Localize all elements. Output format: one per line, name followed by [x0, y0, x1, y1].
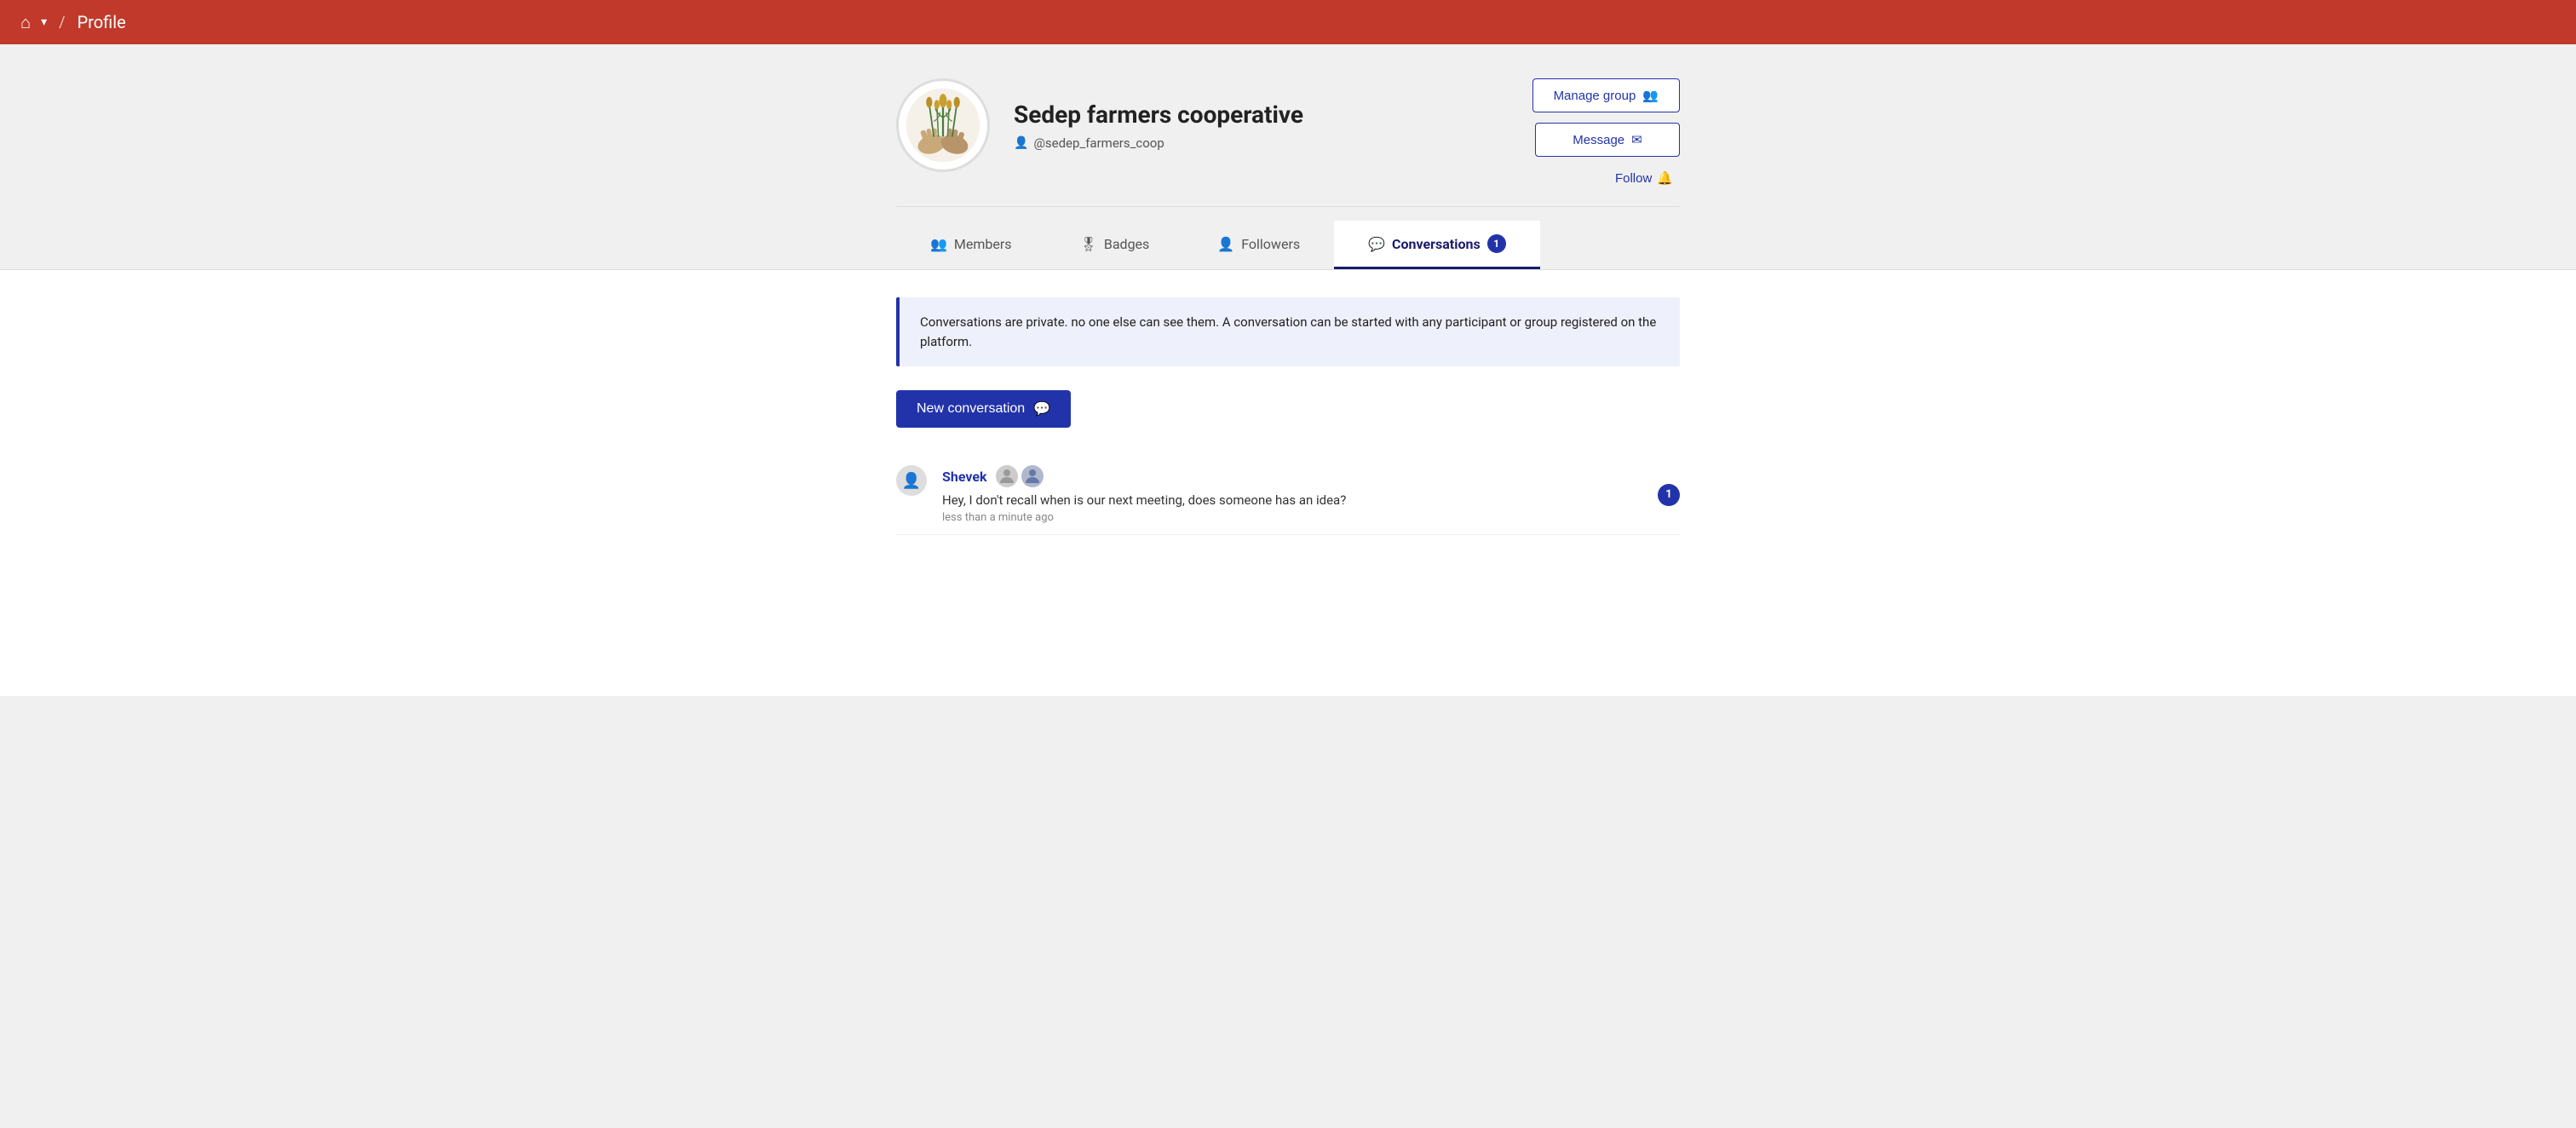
profile-actions: Manage group 👥 Message ✉ Follow 🔔: [1532, 78, 1680, 189]
tab-badges[interactable]: 🎖 Badges: [1046, 221, 1184, 269]
conversation-body: Shevek: [942, 465, 1642, 524]
new-conversation-label: New conversation: [917, 401, 1025, 417]
person-icon: 👤: [902, 472, 921, 490]
tab-conversations-label: Conversations: [1392, 236, 1481, 252]
message-label: Message: [1573, 133, 1624, 147]
new-conversation-icon: 💬: [1033, 400, 1050, 417]
follow-button[interactable]: Follow 🔔: [1608, 167, 1680, 189]
breadcrumb-separator: /: [59, 14, 65, 32]
members-icon: 👥: [930, 236, 947, 252]
tab-followers-label: Followers: [1241, 236, 1300, 252]
tab-badges-label: Badges: [1104, 236, 1149, 252]
main-content: Conversations are private. no one else c…: [0, 270, 2576, 696]
handle-icon: 👤: [1014, 136, 1028, 150]
tab-members[interactable]: 👥 Members: [896, 221, 1046, 269]
handle-text: @sedep_farmers_coop: [1033, 135, 1164, 151]
conversation-author: Shevek: [942, 469, 987, 485]
mini-avatar-1: [996, 465, 1018, 487]
followers-icon: 👤: [1217, 236, 1234, 252]
mini-avatar-2: [1021, 465, 1044, 487]
message-button[interactable]: Message ✉: [1535, 123, 1680, 157]
message-icon: ✉: [1631, 132, 1642, 147]
table-row[interactable]: 👤 Shevek: [896, 455, 1680, 535]
profile-name: Sedep farmers cooperative: [1014, 101, 1303, 129]
tab-conversations[interactable]: 💬 Conversations 1: [1334, 221, 1540, 269]
avatar: 👤: [896, 465, 927, 496]
chevron-down-icon[interactable]: ▾: [41, 15, 47, 29]
conversation-message: Hey, I don't recall when is our next mee…: [942, 492, 1642, 508]
follow-label: Follow: [1615, 171, 1652, 186]
badges-icon: 🎖: [1080, 236, 1097, 252]
info-box: Conversations are private. no one else c…: [896, 297, 1680, 366]
new-conversation-button[interactable]: New conversation 💬: [896, 390, 1071, 428]
tab-followers[interactable]: 👤 Followers: [1183, 221, 1334, 269]
conversation-header: Shevek: [942, 465, 1642, 487]
home-icon[interactable]: ⌂: [20, 12, 31, 33]
profile-info: Sedep farmers cooperative 👤 @sedep_farme…: [1014, 101, 1303, 151]
topbar: ⌂ ▾ / Profile: [0, 0, 2576, 44]
conversation-list: 👤 Shevek: [896, 455, 1680, 535]
page-title: Profile: [78, 12, 126, 32]
manage-group-label: Manage group: [1554, 89, 1636, 103]
profile-left: Sedep farmers cooperative 👤 @sedep_farme…: [896, 78, 1303, 172]
conversation-time: less than a minute ago: [942, 511, 1642, 524]
tab-members-label: Members: [954, 236, 1012, 252]
avatar: [896, 78, 990, 172]
profile-section: Sedep farmers cooperative 👤 @sedep_farme…: [0, 44, 2576, 207]
author-avatars: [996, 465, 1044, 487]
manage-group-icon: 👥: [1642, 88, 1659, 103]
conversations-badge: 1: [1487, 234, 1506, 253]
reply-count-badge: 1: [1658, 484, 1680, 506]
info-box-text: Conversations are private. no one else c…: [920, 313, 1659, 351]
manage-group-button[interactable]: Manage group 👥: [1532, 78, 1680, 112]
profile-handle: 👤 @sedep_farmers_coop: [1014, 135, 1303, 151]
conversations-icon: 💬: [1368, 236, 1385, 252]
bell-icon: 🔔: [1657, 170, 1673, 186]
tabs-bar: 👥 Members 🎖 Badges 👤 Followers 💬 Convers…: [0, 221, 2576, 270]
